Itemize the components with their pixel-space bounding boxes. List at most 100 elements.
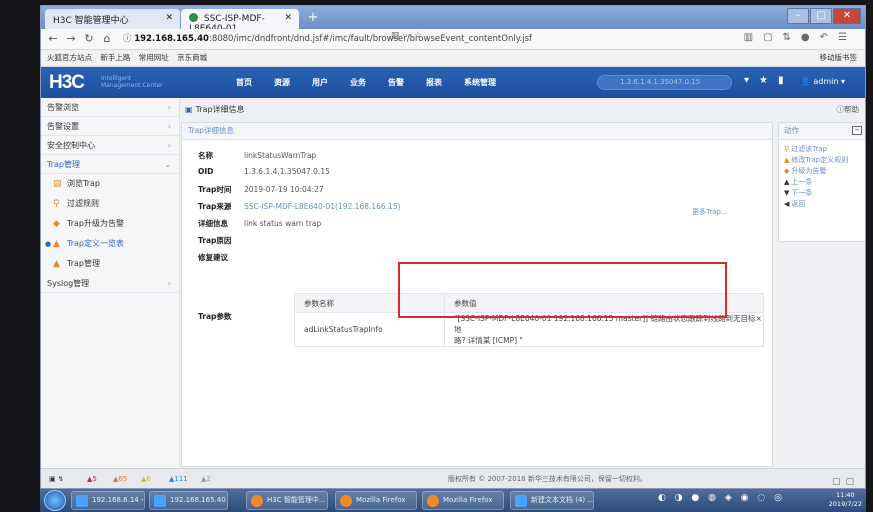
close-icon[interactable]: ✕	[284, 13, 292, 23]
field-oid: OID 1.3.6.1.4.1.35047.0.15	[198, 167, 330, 176]
taskbar-item[interactable]: 新建文本文档 (4) ...	[510, 491, 594, 510]
sidebar-subitem-trap-manage[interactable]: ▲ Trap管理	[41, 254, 179, 274]
new-tab-icon[interactable]: +	[303, 11, 323, 26]
sidebar-item-security-center[interactable]: 安全控制中心 ›	[41, 136, 179, 155]
firefox-icon	[251, 495, 263, 507]
back-icon: ◀	[784, 200, 790, 208]
action-upgrade-alarm[interactable]: ◆ 升级为告警	[779, 166, 865, 177]
action-next[interactable]: ▼ 下一条	[779, 188, 865, 199]
menu-system[interactable]: 系统管理	[464, 67, 496, 98]
alarm-warning-count[interactable]: ▲111	[169, 469, 188, 488]
sidebar-subitem-trap-definitions[interactable]: ● ▲ Trap定义一览表	[41, 234, 179, 254]
status-icon[interactable]: ▣ ↯	[49, 469, 64, 488]
bookmark-item[interactable]: 火狐官方站点	[47, 53, 92, 62]
tab-ssc[interactable]: SSC-ISP-MDF-L8E640-01 ✕	[181, 9, 299, 34]
bookmark-item[interactable]: 京东商城	[177, 53, 207, 62]
edit-icon: ▲	[784, 156, 790, 164]
back-icon[interactable]: ←	[45, 31, 61, 47]
field-trap-time: Trap时间 2019-07-19 10:04:27	[198, 185, 324, 194]
sidebar-item-alarm-settings[interactable]: 告警设置 ›	[41, 117, 179, 136]
chevron-right-icon: ›	[167, 103, 171, 112]
tab-label: H3C 智能管理中心	[53, 16, 129, 26]
close-window-icon[interactable]: ✕	[833, 8, 861, 24]
filter-icon: ⚲	[53, 199, 60, 209]
menu-home[interactable]: 首页	[236, 67, 252, 98]
field-trap-reason: Trap原因	[198, 236, 232, 245]
statusbar-tools[interactable]: ▢▢	[832, 472, 859, 488]
sidebar-item-syslog[interactable]: Syslog管理 ›	[41, 274, 179, 293]
bookmark-item[interactable]: 新手上路	[100, 53, 130, 62]
header-icons[interactable]: ▾★▮	[744, 75, 794, 86]
alarm-major-count[interactable]: ▲65	[113, 469, 127, 488]
filter-icon: ⚲	[784, 145, 790, 153]
sidebar-subitem-browse-trap[interactable]: ▤ 浏览Trap	[41, 174, 179, 194]
action-edit-trap-rule[interactable]: ▲ 修改Trap定义规则	[779, 155, 865, 166]
action-back[interactable]: ◀ 返回	[779, 199, 865, 210]
header-search-input[interactable]: 1.3.6.1.4.1.35047.0.15	[597, 75, 732, 90]
admin-menu[interactable]: 👤 admin ▾	[801, 77, 845, 86]
more-trap-link[interactable]: 更多Trap...	[692, 207, 728, 217]
menu-service[interactable]: 业务	[350, 67, 366, 98]
page-title: ▣ Trap详细信息	[185, 105, 245, 114]
start-button[interactable]	[44, 490, 66, 511]
menu-alarm[interactable]: 告警	[388, 67, 404, 98]
arrow-down-icon: ▼	[784, 189, 790, 197]
taskbar-item[interactable]: 192.168.165.40 - ...	[149, 491, 228, 510]
clock[interactable]: 11:40 2019/7/22	[829, 491, 862, 509]
logo-subtitle: Intelligent Management Center	[101, 75, 163, 89]
taskbar-item[interactable]: Mozilla Firefox	[422, 491, 504, 510]
alarm-unknown-count[interactable]: ▲2	[201, 469, 211, 488]
sidebar-item-alarm-browse[interactable]: 告警浏览 ›	[41, 98, 179, 117]
system-tray[interactable]: ◐ ◑ ● ◍ ◈ ◉ ◌ ◎	[658, 493, 785, 503]
upgrade-icon: ◆	[53, 219, 60, 229]
forward-icon[interactable]: →	[63, 31, 79, 47]
field-detail: 详细信息 link status warn trap	[198, 219, 322, 228]
action-previous[interactable]: ▲ 上一条	[779, 177, 865, 188]
chevron-right-icon: ›	[167, 141, 171, 150]
alarm-minor-count[interactable]: ▲6	[141, 469, 151, 488]
home-icon[interactable]: ⌂	[99, 31, 115, 47]
action-filter-trap[interactable]: ⚲ 过滤该Trap	[779, 144, 865, 155]
bookmarks-bar: 火狐官方站点 新手上路 常用网址 京东商城 移动版书签	[41, 50, 865, 67]
field-trap-source: Trap来源 SSC-ISP-MDF-L8E640-01(192.168.166.…	[198, 202, 401, 211]
close-icon[interactable]: ✕	[165, 13, 173, 23]
collapse-icon[interactable]: –	[852, 126, 862, 135]
url-bar[interactable]: ⓘ 192.168.165.40:8080/imc/dndfront/dnd.j…	[123, 31, 593, 47]
firefox-icon	[340, 495, 352, 507]
chevron-right-icon: ›	[167, 122, 171, 131]
alarm-critical-count[interactable]: ▲5	[87, 469, 97, 488]
minimize-icon[interactable]: –	[787, 8, 809, 24]
taskbar-item[interactable]: 192.168.6.14 - ...	[71, 491, 145, 510]
h3c-logo: H3C	[49, 72, 85, 93]
maximize-icon[interactable]: □	[810, 8, 832, 24]
help-link[interactable]: ⓘ帮助	[837, 104, 860, 115]
copyright-text: 版权所有 © 2007-2018 新华三技术有限公司，保留一切权利。	[448, 475, 647, 483]
url-host: 192.168.165.40	[134, 34, 209, 44]
favicon-icon	[189, 13, 198, 22]
menu-user[interactable]: 用户	[312, 67, 328, 98]
url-tools[interactable]: ▥ ··· ☆	[391, 31, 422, 41]
taskbar-item[interactable]: Mozilla Firefox	[335, 491, 417, 510]
menu-resource[interactable]: 资源	[274, 67, 290, 98]
sidebar: 告警浏览 › 告警设置 › 安全控制中心 › Trap管理 ⌄ ▤ 浏览Trap ⚲ 过滤规…	[41, 98, 180, 468]
browser-window: H3C 智能管理中心 ✕ SSC-ISP-MDF-L8E640-01 ✕ + –…	[40, 5, 866, 489]
toolbar-icons[interactable]: ▥▢⇅●↶☰	[744, 32, 857, 43]
menu-report[interactable]: 报表	[426, 67, 442, 98]
taskbar: 192.168.6.14 - ... 192.168.165.40 - ... …	[40, 489, 866, 512]
taskbar-item[interactable]: H3C 智能管理中...	[246, 491, 328, 510]
firefox-icon	[427, 495, 439, 507]
bookmark-item[interactable]: 常用网址	[139, 53, 169, 62]
arrow-up-icon: ▲	[784, 178, 790, 186]
chevron-right-icon: ›	[167, 279, 171, 288]
sidebar-subitem-trap-upgrade[interactable]: ◆ Trap升级为告警	[41, 214, 179, 234]
mobile-bookmarks[interactable]: 移动版书签	[820, 50, 858, 66]
tab-strip: H3C 智能管理中心 ✕ SSC-ISP-MDF-L8E640-01 ✕ + –…	[41, 6, 865, 34]
sidebar-item-trap-management[interactable]: Trap管理 ⌄	[41, 155, 179, 174]
reload-icon[interactable]: ↻	[81, 31, 97, 47]
tab-h3c[interactable]: H3C 智能管理中心 ✕	[45, 9, 180, 29]
sidebar-subitem-filter-rules[interactable]: ⚲ 过滤规则	[41, 194, 179, 214]
url-path: :8080/imc/dndfront/dnd.jsf#/imc/fault/br…	[208, 34, 532, 44]
main-menu: 首页 资源 用户 业务 告警 报表 系统管理	[236, 67, 518, 98]
trap-source-link[interactable]: SSC-ISP-MDF-L8E640-01(192.168.166.15)	[244, 202, 401, 211]
upgrade-icon: ◆	[784, 167, 790, 175]
